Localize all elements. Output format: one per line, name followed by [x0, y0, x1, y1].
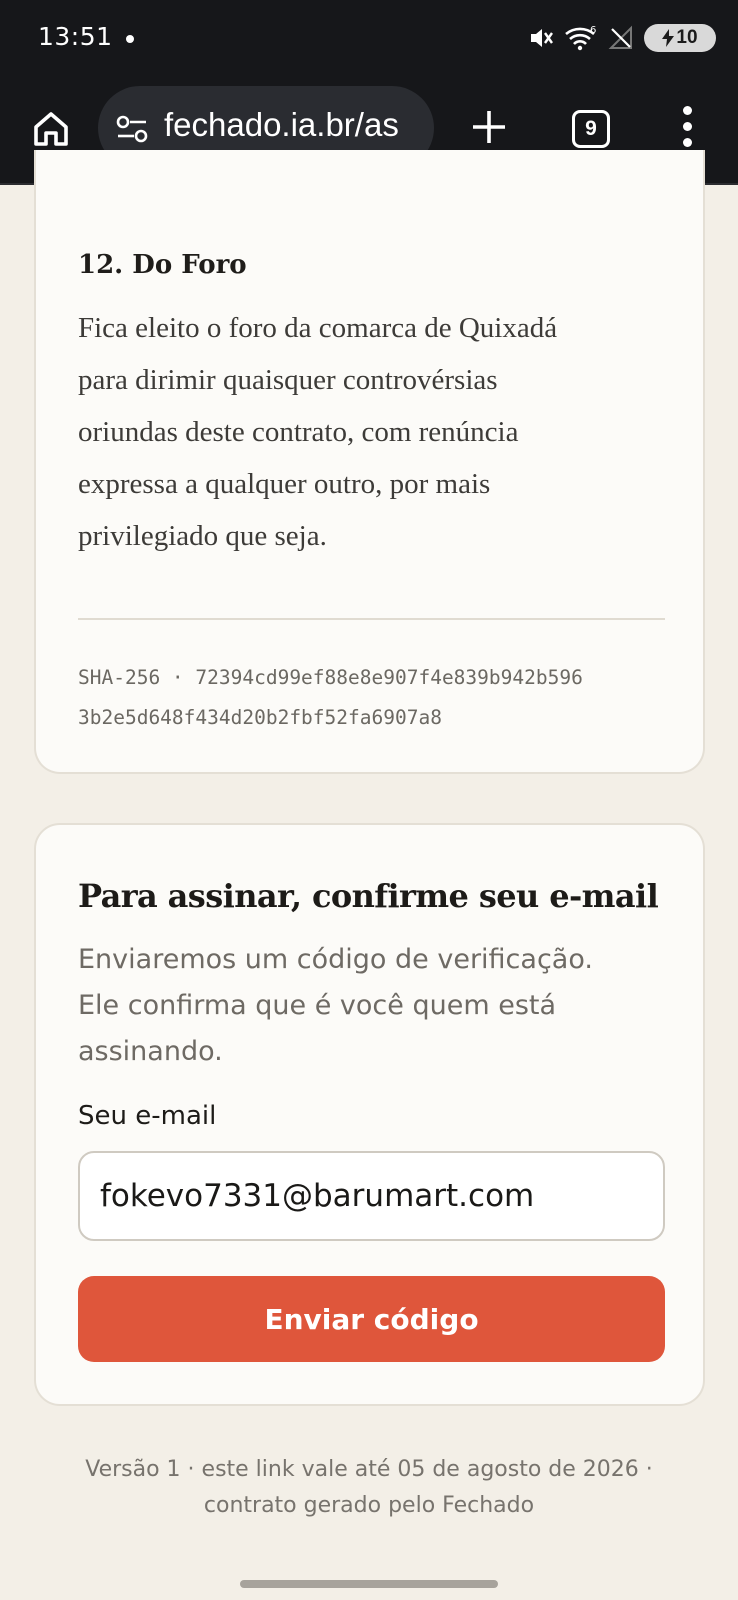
status-time: 13:51 — [38, 22, 113, 51]
email-input[interactable] — [78, 1151, 665, 1241]
description-line: Enviaremos um código de verificação. — [78, 944, 593, 975]
clause-title: 12. Do Foro — [78, 250, 247, 280]
description-line: Ele confirma que é você quem está — [78, 990, 557, 1021]
hash-line: 3b2e5d648f434d20b2fbf52fa6907a8 — [78, 706, 442, 729]
clause-previous-text: pelo vigor. — [76, 162, 196, 193]
email-label: Seu e-mail — [78, 1101, 217, 1131]
hash-line: SHA-256 · 72394cd99ef88e8e907f4e839b942b… — [78, 666, 583, 689]
home-icon[interactable] — [30, 108, 72, 150]
clause-line: expressa a qualquer outro, por mais — [78, 468, 491, 500]
clause-line: Fica eleito o foro da comarca de Quixadá — [78, 312, 558, 344]
clause-line: privilegiado que seja. — [78, 520, 327, 552]
mute-icon — [528, 25, 554, 51]
no-signal-icon — [608, 25, 634, 51]
description-line: assinando. — [78, 1036, 223, 1067]
battery-level: 10 — [676, 27, 698, 48]
clause-body: Fica eleito o foro da comarca de Quixadá… — [78, 302, 638, 562]
form-description: Enviaremos um código de verificação. Ele… — [78, 937, 668, 1075]
contract-card: pelo vigor. 12. Do Foro Fica eleito o fo… — [34, 150, 705, 774]
document-hash: SHA-256 · 72394cd99ef88e8e907f4e839b942b… — [78, 658, 678, 738]
divider — [78, 618, 665, 620]
status-bar: 13:51 6 10 — [0, 0, 738, 78]
tabs-icon[interactable]: 9 — [572, 110, 610, 148]
gesture-home-indicator[interactable] — [240, 1580, 498, 1588]
send-code-button[interactable]: Enviar código — [78, 1276, 665, 1362]
footer-line: contrato gerado pelo Fechado — [203, 1493, 535, 1518]
footer: Versão 1 · este link vale até 05 de agos… — [0, 1452, 738, 1524]
clause-line: oriundas deste contrato, com renúncia — [78, 416, 519, 448]
svg-text:6: 6 — [590, 25, 596, 36]
menu-icon[interactable] — [680, 106, 694, 150]
new-tab-icon[interactable] — [470, 108, 508, 146]
footer-line: Versão 1 · este link vale até 05 de agos… — [85, 1457, 653, 1482]
battery-charging-icon: 10 — [644, 24, 716, 52]
sign-form-card: Para assinar, confirme seu e-mail Enviar… — [34, 823, 705, 1406]
status-icons: 6 10 — [528, 22, 716, 54]
form-title: Para assinar, confirme seu e-mail — [78, 877, 659, 915]
notification-dot-icon — [126, 35, 134, 43]
site-settings-icon[interactable] — [116, 114, 150, 148]
wifi-icon: 6 — [564, 24, 598, 52]
url-text[interactable]: fechado.ia.br/as — [164, 106, 399, 144]
clause-line: para dirimir quaisquer controvérsias — [78, 364, 498, 396]
